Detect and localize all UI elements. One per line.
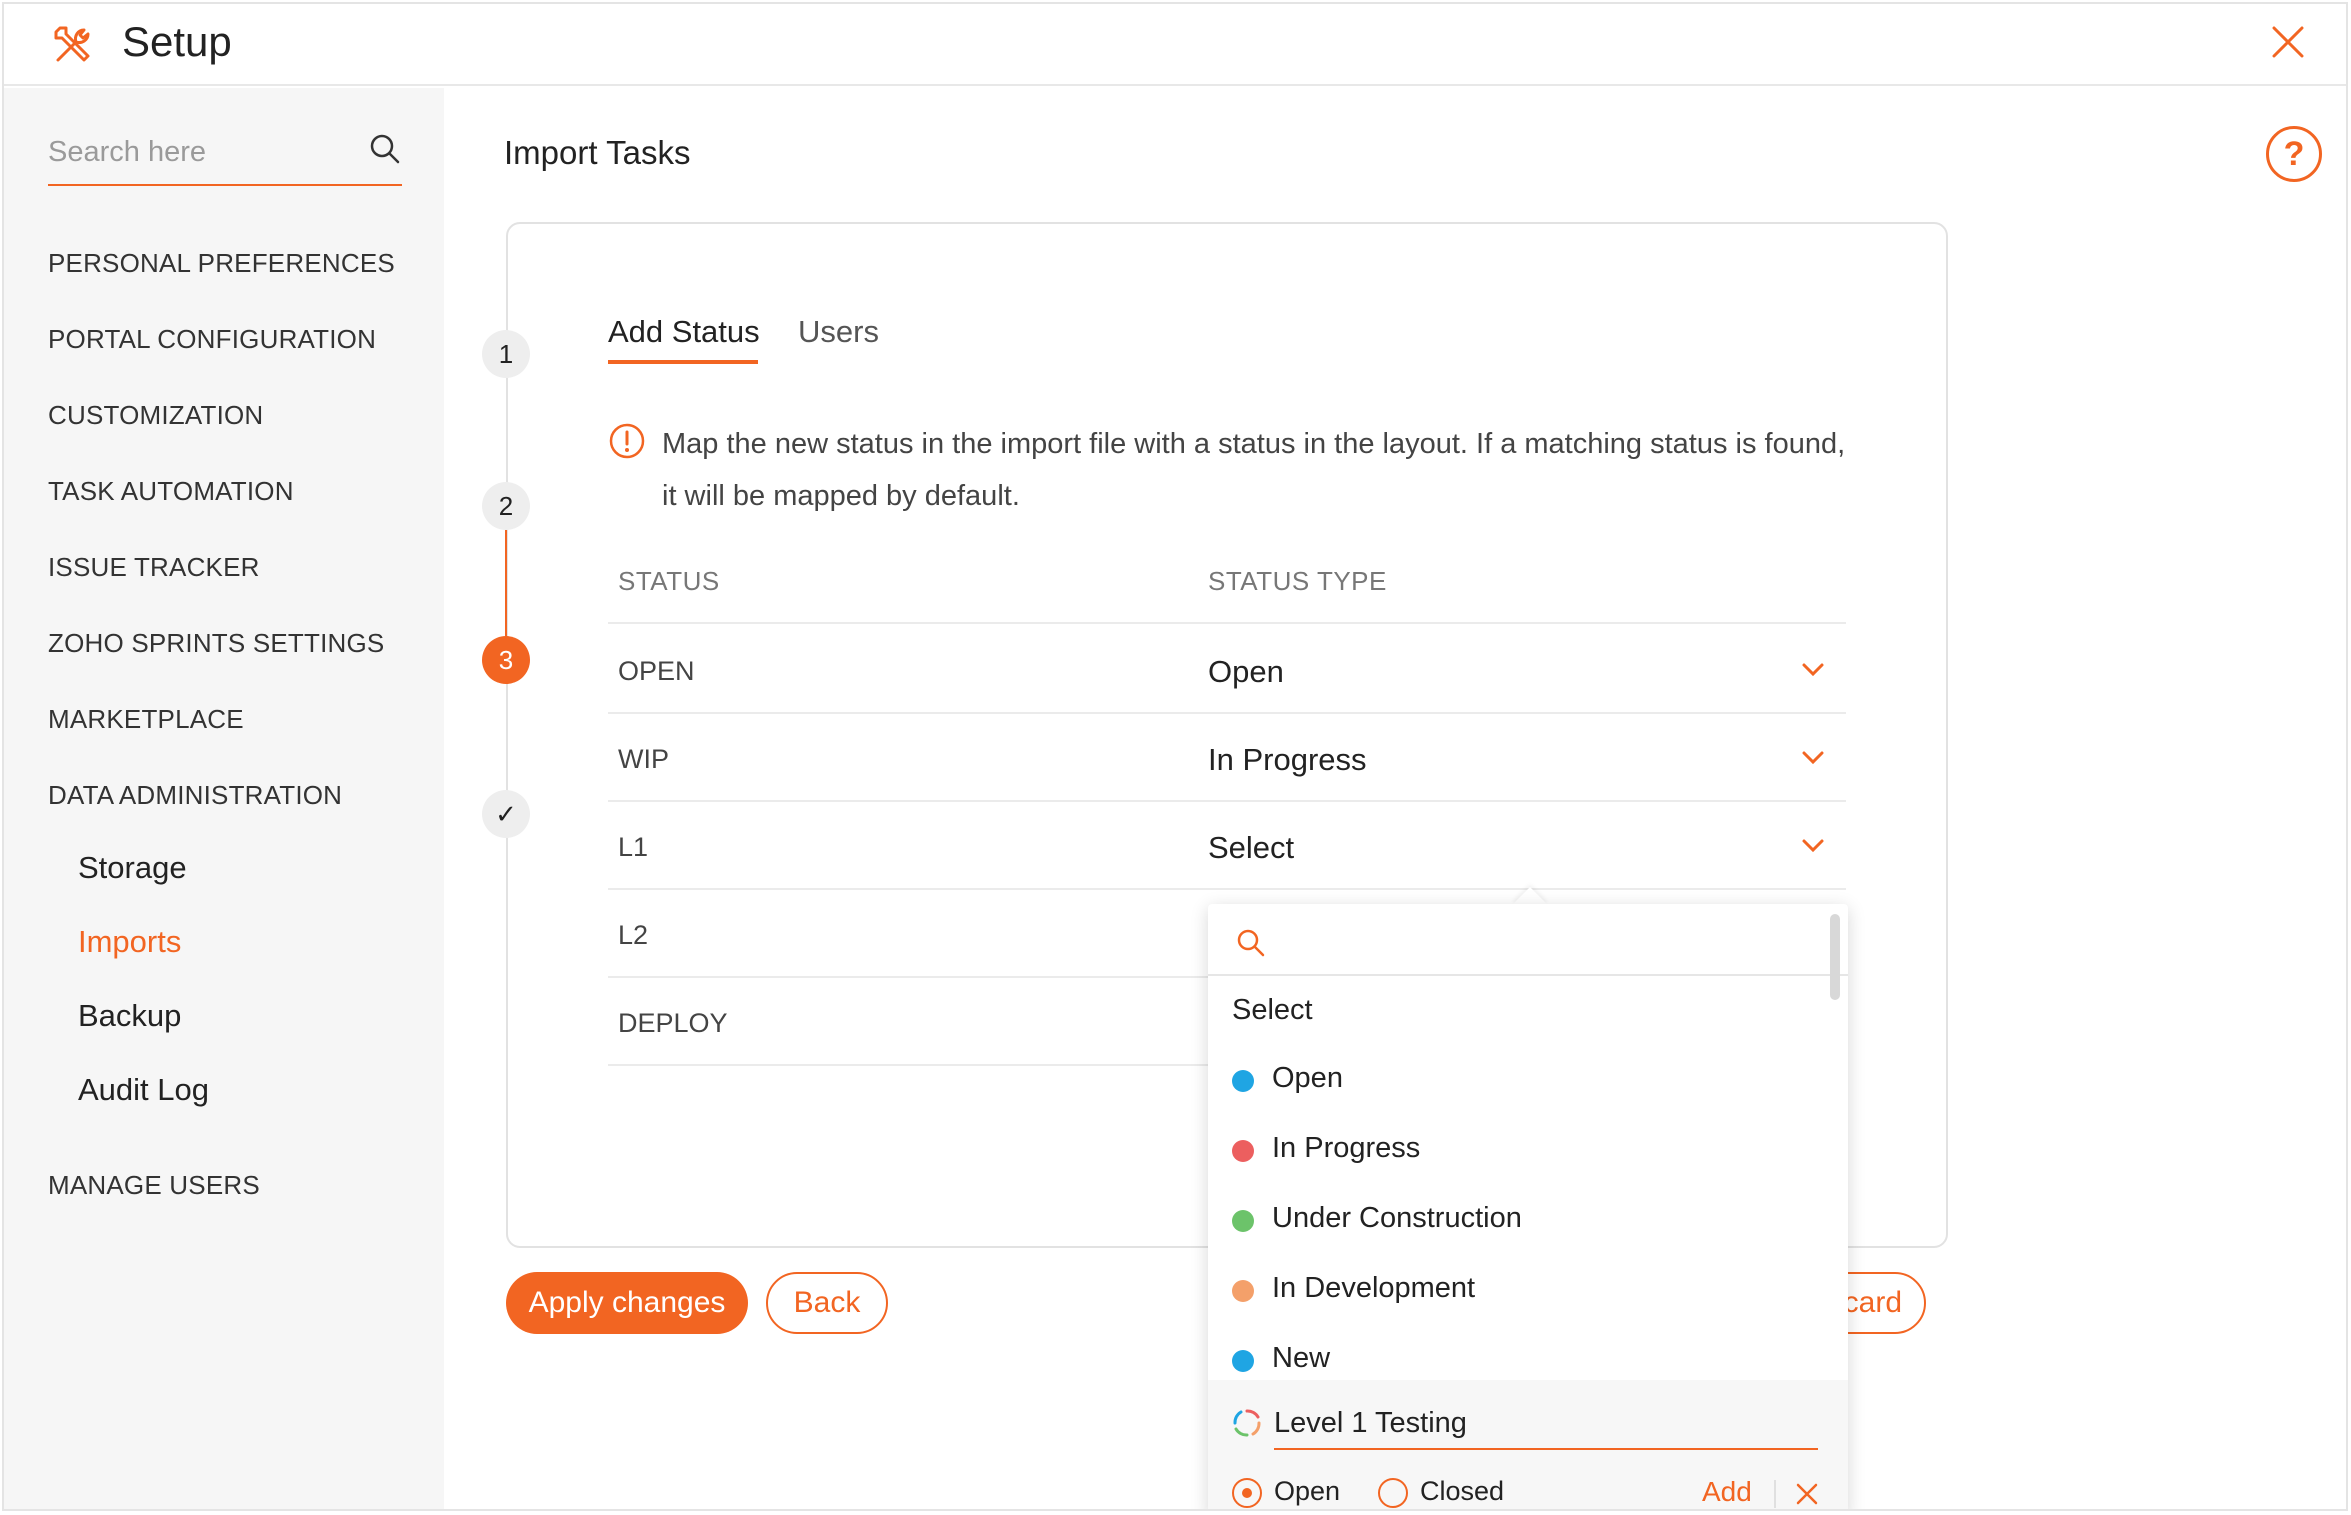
row-divider xyxy=(608,800,1846,802)
sidebar-subitem-audit-log[interactable]: Audit Log xyxy=(78,1072,209,1108)
step-complete-check: ✓ xyxy=(482,790,530,838)
sidebar-subitem-storage[interactable]: Storage xyxy=(78,850,187,886)
dropdown-option-under-construction[interactable]: Under Construction xyxy=(1272,1202,1522,1235)
add-status-button[interactable]: Add xyxy=(1702,1476,1752,1508)
step-2: 2 xyxy=(482,482,530,530)
radio-closed[interactable] xyxy=(1378,1478,1408,1508)
dropdown-option-select[interactable]: Select xyxy=(1232,994,1313,1027)
sidebar-item-manage-users[interactable]: MANAGE USERS xyxy=(48,1170,260,1201)
row-type-select-open[interactable]: Open xyxy=(1208,654,1284,690)
tools-icon xyxy=(54,26,90,62)
row-divider xyxy=(608,712,1846,714)
row-status-l2: L2 xyxy=(618,920,649,950)
status-color-dot xyxy=(1232,1350,1254,1372)
row-type-select-wip[interactable]: In Progress xyxy=(1208,742,1367,778)
help-icon[interactable]: ? xyxy=(2266,126,2322,182)
sidebar-item-issue-tracker[interactable]: ISSUE TRACKER xyxy=(48,552,260,583)
status-color-dot xyxy=(1232,1140,1254,1162)
sidebar-item-zoho-sprints-settings[interactable]: ZOHO SPRINTS SETTINGS xyxy=(48,628,384,659)
search-icon xyxy=(1237,929,1265,957)
dropdown-search[interactable] xyxy=(1208,904,1848,976)
row-status-l1: L1 xyxy=(618,832,649,862)
status-type-dropdown: Select Open In Progress Under Constructi… xyxy=(1208,904,1848,1509)
dropdown-option-in-development[interactable]: In Development xyxy=(1272,1272,1475,1305)
tab-users[interactable]: Users xyxy=(798,314,879,350)
color-picker-icon[interactable] xyxy=(1232,1408,1262,1438)
header: Setup xyxy=(4,4,2346,86)
sidebar-item-personal-preferences[interactable]: PERSONAL PREFERENCES xyxy=(48,248,395,279)
sidebar-subitem-imports[interactable]: Imports xyxy=(78,924,181,960)
step-connector xyxy=(505,530,507,636)
row-divider xyxy=(608,888,1846,890)
new-status-input[interactable] xyxy=(1274,1398,1818,1450)
row-status-open: OPEN xyxy=(618,656,695,686)
row-status-deploy: DEPLOY xyxy=(618,1008,728,1038)
step-3: 3 xyxy=(482,636,530,684)
back-button[interactable]: Back xyxy=(766,1272,888,1334)
radio-open[interactable] xyxy=(1232,1478,1262,1508)
sidebar-item-customization[interactable]: CUSTOMIZATION xyxy=(48,400,263,431)
status-color-dot xyxy=(1232,1070,1254,1092)
cancel-icon[interactable] xyxy=(1794,1481,1820,1507)
sidebar-item-data-administration[interactable]: DATA ADMINISTRATION xyxy=(48,780,342,811)
dropdown-option-in-progress[interactable]: In Progress xyxy=(1272,1132,1420,1165)
tab-add-status[interactable]: Add Status xyxy=(608,314,760,350)
close-icon[interactable] xyxy=(2268,22,2308,62)
new-status-form: Open Closed Add xyxy=(1208,1380,1848,1509)
page-title: Import Tasks xyxy=(504,134,691,171)
info-icon xyxy=(609,423,645,459)
dropdown-scrollbar[interactable] xyxy=(1830,914,1840,1000)
chevron-down-icon[interactable] xyxy=(1800,748,1826,768)
header-title: Setup xyxy=(122,18,232,65)
sidebar-item-marketplace[interactable]: MARKETPLACE xyxy=(48,704,244,735)
chevron-down-icon[interactable] xyxy=(1800,660,1826,680)
status-color-dot xyxy=(1232,1210,1254,1232)
dropdown-option-open[interactable]: Open xyxy=(1272,1062,1343,1095)
chevron-down-icon[interactable] xyxy=(1800,836,1826,856)
radio-closed-label: Closed xyxy=(1420,1476,1505,1506)
sidebar-item-portal-configuration[interactable]: PORTAL CONFIGURATION xyxy=(48,324,376,355)
header-divider xyxy=(608,622,1846,624)
sidebar-item-task-automation[interactable]: TASK AUTOMATION xyxy=(48,476,294,507)
search-icon[interactable] xyxy=(368,132,402,166)
tab-active-indicator xyxy=(608,360,758,364)
column-header-status: STATUS xyxy=(618,566,720,596)
step-1: 1 xyxy=(482,330,530,378)
sidebar: PERSONAL PREFERENCES PORTAL CONFIGURATIO… xyxy=(4,88,444,1509)
sidebar-search xyxy=(48,122,402,186)
column-header-status-type: STATUS TYPE xyxy=(1208,566,1387,596)
sidebar-subitem-backup[interactable]: Backup xyxy=(78,998,181,1034)
row-type-select-l1[interactable]: Select xyxy=(1208,830,1294,866)
divider xyxy=(1774,1480,1776,1508)
info-message: Map the new status in the import file wi… xyxy=(662,428,1846,512)
dropdown-option-new[interactable]: New xyxy=(1272,1342,1330,1375)
radio-open-label: Open xyxy=(1274,1476,1341,1506)
setup-window: Setup PERSONAL PREFERENCES PORTAL CONFIG… xyxy=(2,2,2348,1511)
status-color-dot xyxy=(1232,1280,1254,1302)
apply-changes-button[interactable]: Apply changes xyxy=(506,1272,748,1334)
row-status-wip: WIP xyxy=(618,744,669,774)
search-input[interactable] xyxy=(48,130,348,174)
